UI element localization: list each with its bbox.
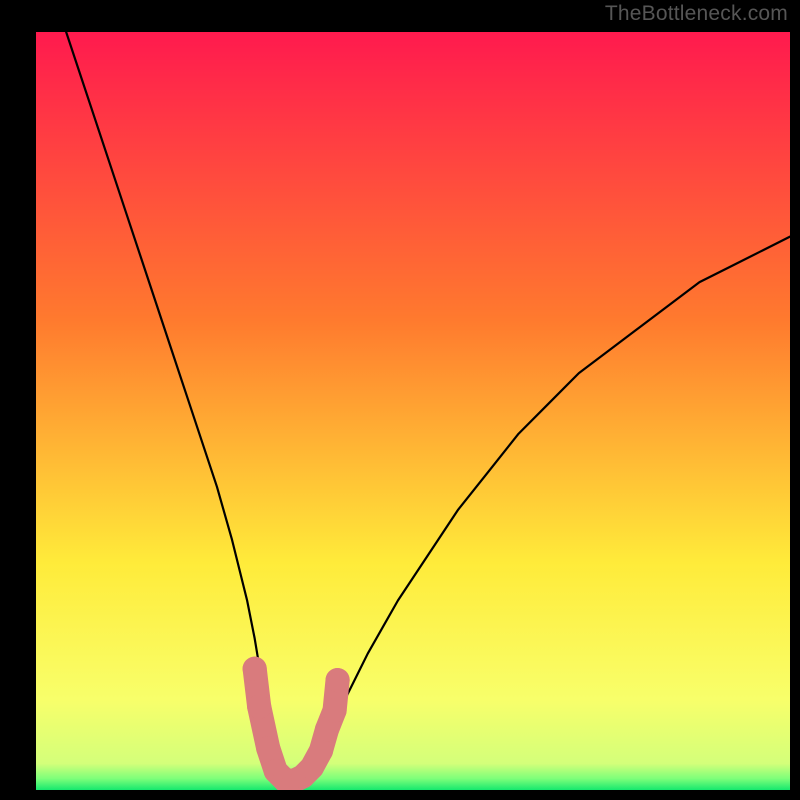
chart-frame: TheBottleneck.com (0, 0, 800, 800)
marker-dot (309, 739, 333, 763)
marker-dot (326, 668, 350, 692)
gradient-background (36, 32, 790, 790)
watermark-label: TheBottleneck.com (605, 2, 788, 26)
marker-dot (323, 698, 347, 722)
marker-dot (243, 657, 267, 681)
plot-area (36, 32, 790, 790)
marker-dot (247, 695, 271, 719)
chart-svg (36, 32, 790, 790)
marker-dot (256, 736, 280, 760)
